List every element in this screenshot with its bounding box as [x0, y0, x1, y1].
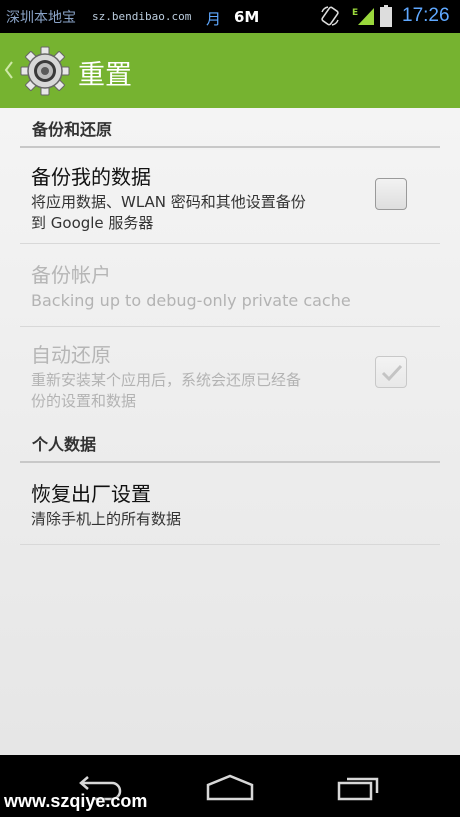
pref-factory-reset[interactable]: 恢复出厂设置 清除手机上的所有数据 — [20, 463, 440, 545]
pref-auto-restore: 自动还原 重新安装某个应用后，系统会还原已经备 份的设置和数据 — [20, 327, 440, 419]
status-bar: 深圳本地宝 sz.bendibao.com 月 6M E 17:26 — [0, 0, 460, 33]
pref-title: 恢复出厂设置 — [31, 482, 151, 506]
network-type-label: E — [352, 8, 358, 18]
pref-summary-line: 清除手机上的所有数据 — [31, 510, 182, 528]
up-caret-icon[interactable] — [4, 60, 14, 80]
pref-summary-line: 将应用数据、WLAN 密码和其他设置备份 — [31, 193, 306, 211]
settings-gear-icon[interactable] — [20, 46, 70, 96]
status-data-size: 6M — [234, 8, 260, 26]
rotation-lock-icon — [321, 6, 339, 26]
status-month: 月 — [206, 10, 222, 28]
settings-list: 备份和还原 备份我的数据 将应用数据、WLAN 密码和其他设置备份 到 Goog… — [0, 108, 460, 755]
page-title: 重置 — [78, 60, 132, 91]
battery-icon — [380, 5, 392, 27]
pref-title: 自动还原 — [31, 343, 111, 367]
pref-summary-line: 份的设置和数据 — [31, 392, 137, 410]
section-header-personal: 个人数据 — [20, 423, 440, 463]
watermark-bottom: www.szqiye.com — [4, 791, 148, 811]
pref-summary-line: 重新安装某个应用后，系统会还原已经备 — [31, 371, 302, 389]
action-bar: 重置 — [0, 33, 460, 108]
checkmark-icon — [381, 364, 403, 382]
section-header-backup: 备份和还原 — [20, 108, 440, 148]
pref-title: 备份我的数据 — [31, 165, 151, 189]
recent-apps-icon[interactable] — [335, 773, 383, 801]
pref-title: 备份帐户 — [31, 263, 111, 287]
watermark-site: 深圳本地宝 — [6, 10, 76, 26]
home-icon[interactable] — [205, 773, 255, 801]
navigation-bar: www.szqiye.com — [0, 755, 460, 817]
section-header-label: 个人数据 — [32, 435, 97, 454]
pref-backup-account: 备份帐户 Backing up to debug-only private ca… — [20, 244, 440, 327]
watermark-url: sz.bendibao.com — [92, 10, 192, 23]
status-time: 17:26 — [402, 5, 450, 26]
signal-icon: E — [352, 8, 374, 25]
pref-backup-my-data[interactable]: 备份我的数据 将应用数据、WLAN 密码和其他设置备份 到 Google 服务器 — [20, 148, 440, 244]
backup-checkbox[interactable] — [375, 178, 407, 210]
section-header-label: 备份和还原 — [32, 120, 113, 139]
pref-summary-line: Backing up to debug-only private cache — [31, 291, 351, 310]
auto-restore-checkbox — [375, 356, 407, 388]
pref-summary-line: 到 Google 服务器 — [31, 214, 154, 232]
